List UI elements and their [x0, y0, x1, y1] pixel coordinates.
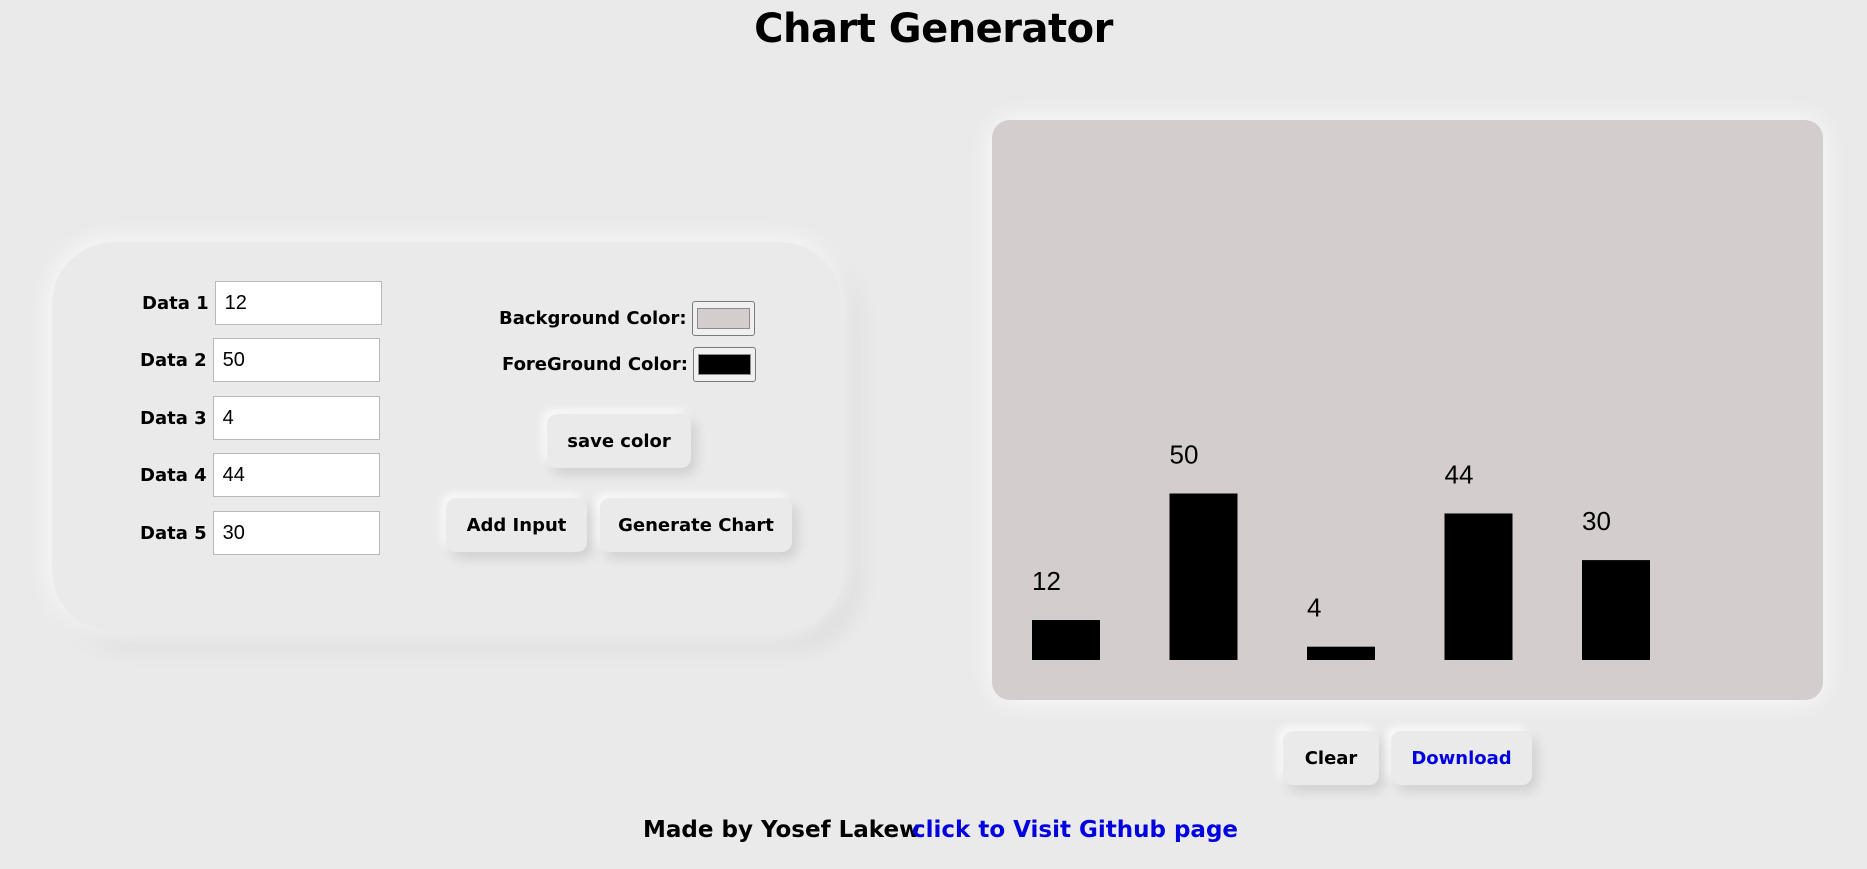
chart-canvas: 12 50 4 44 30 [992, 120, 1823, 700]
background-color-picker[interactable] [691, 301, 755, 336]
data-label-3: Data 3 [140, 407, 207, 429]
data-label-2: Data 2 [140, 349, 207, 371]
chart-value-label-2: 50 [1170, 440, 1199, 470]
data-input-1[interactable] [214, 281, 382, 325]
foreground-color-picker[interactable] [693, 347, 757, 382]
data-row-1: Data 1 [142, 281, 382, 325]
chart-bar-4 [1444, 513, 1513, 660]
author-credit: Made by Yosef Lakew [643, 817, 921, 843]
download-button[interactable]: Download [1391, 731, 1532, 785]
chart-background [992, 120, 1823, 700]
foreground-color-row: ForeGround Color: [502, 347, 757, 382]
chart-value-label-4: 44 [1445, 459, 1474, 489]
chart-value-label-5: 30 [1582, 506, 1611, 536]
background-color-swatch [696, 308, 750, 329]
chart-value-label-1: 12 [1032, 566, 1061, 596]
data-input-2[interactable] [212, 338, 380, 382]
data-row-2: Data 2 [140, 338, 380, 382]
save-color-button[interactable]: save color [547, 414, 691, 468]
clear-button[interactable]: Clear [1283, 731, 1379, 785]
data-input-5[interactable] [212, 511, 380, 555]
bar-chart: 125044430 [992, 120, 1823, 700]
data-input-3[interactable] [212, 396, 380, 440]
background-color-row: Background Color: [499, 301, 755, 336]
data-row-5: Data 5 [140, 511, 380, 555]
data-input-4[interactable] [212, 453, 380, 497]
add-input-button[interactable]: Add Input [446, 498, 587, 552]
background-color-label: Background Color: [499, 308, 687, 329]
foreground-color-swatch [698, 354, 752, 375]
data-label-1: Data 1 [142, 292, 209, 314]
github-link[interactable]: click to Visit Github page [912, 817, 1238, 843]
chart-value-label-3: 4 [1307, 593, 1321, 623]
data-row-4: Data 4 [140, 453, 380, 497]
foreground-color-label: ForeGround Color: [502, 354, 689, 375]
generate-chart-button[interactable]: Generate Chart [600, 498, 792, 552]
data-label-4: Data 4 [140, 464, 207, 486]
data-row-3: Data 3 [140, 396, 380, 440]
input-panel: Data 1 Data 2 Data 3 Data 4 Data 5 Backg… [52, 242, 842, 632]
chart-bar-2 [1169, 493, 1238, 660]
chart-bar-1 [1032, 620, 1100, 660]
data-label-5: Data 5 [140, 522, 207, 544]
chart-bar-3 [1307, 646, 1375, 660]
chart-bar-5 [1582, 560, 1650, 660]
page-title: Chart Generator [754, 6, 1113, 52]
